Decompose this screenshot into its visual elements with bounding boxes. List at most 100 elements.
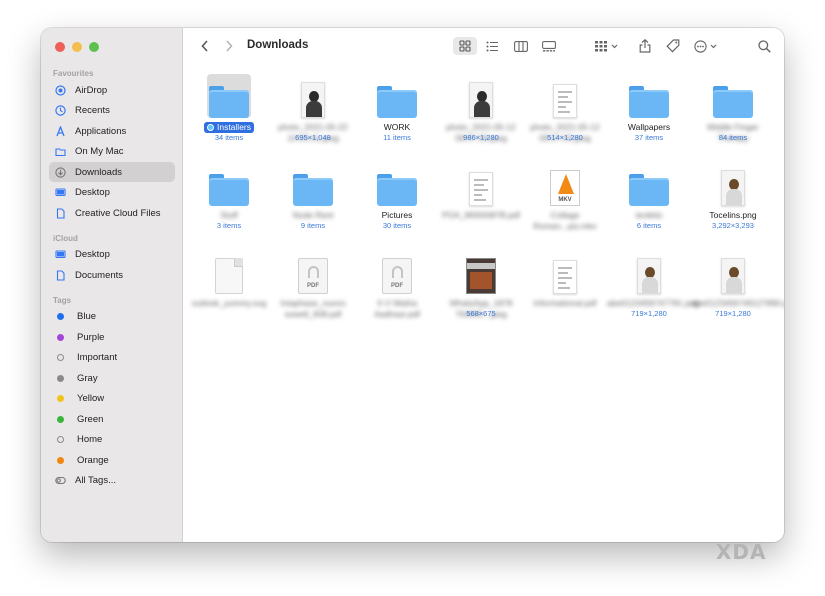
folder-item[interactable]: Wallpapers 37 items <box>607 66 691 154</box>
folder-item[interactable]: Middle Finger Therapy 84 items <box>691 66 775 154</box>
file-name: Stuff <box>220 210 238 220</box>
forward-button[interactable] <box>222 37 236 55</box>
group-by-button[interactable] <box>594 37 622 55</box>
sidebar-item-yellow[interactable]: Yellow <box>49 389 175 409</box>
file-meta: 37 items <box>634 133 664 142</box>
file-item[interactable]: WhatsApp_1878 764865...jpeg 568×675 <box>439 242 523 330</box>
tag-button[interactable] <box>664 37 682 55</box>
sidebar-item-desktop[interactable]: Desktop <box>49 245 175 265</box>
search-button[interactable] <box>756 37 772 55</box>
file-item[interactable]: Tocelins.png 3,292×3,293 <box>691 154 775 242</box>
list-icon <box>486 41 498 51</box>
file-name: Pictures <box>381 210 413 220</box>
tag-dot-icon <box>57 415 64 423</box>
folder-item[interactable]: Node Rent 9 items <box>271 154 355 242</box>
sidebar-item-important[interactable]: Important <box>49 348 175 368</box>
image-thumbnail-icon <box>301 82 325 118</box>
sidebar-item-recents[interactable]: Recents <box>49 101 175 121</box>
sidebar-item-gray[interactable]: Gray <box>49 368 175 388</box>
sidebar-item-airdrop[interactable]: AirDrop <box>49 80 175 100</box>
file-thumbnail <box>711 162 755 206</box>
document-icon <box>55 269 66 281</box>
more-icon <box>694 39 717 53</box>
xda-watermark: XDA <box>716 540 767 564</box>
sidebar-item-label: Green <box>77 413 104 425</box>
file-meta: 719×1,280 <box>715 309 751 318</box>
sidebar-item-purple[interactable]: Purple <box>49 327 175 347</box>
file-item[interactable]: PDF Intaphase_nuovo sowell_608.pdf <box>271 242 355 330</box>
folder-icon <box>377 174 417 206</box>
sidebar-item-creative-cloud-files[interactable]: Creative Cloud Files <box>49 203 175 223</box>
folder-item[interactable]: textkits 6 items <box>607 154 691 242</box>
file-thumbnail <box>291 162 335 206</box>
file-name: Collage Roman...pis.mkv <box>533 210 597 231</box>
file-item[interactable]: photo_2021-05-12 08:57:09.jpeg 986×1,280 <box>439 66 523 154</box>
sidebar-item-label: Desktop <box>75 249 110 260</box>
pdf-file-icon: PDF <box>298 258 328 294</box>
file-thumbnail: MKV <box>543 162 587 206</box>
sidebar-item-documents[interactable]: Documents <box>49 265 175 285</box>
file-meta: 568×675 <box>466 309 496 318</box>
file-item[interactable]: abe0123456749127890.png719×1,280 <box>691 242 784 330</box>
sidebar-item-label: Yellow <box>77 393 105 404</box>
zoom-button[interactable] <box>89 42 99 52</box>
sidebar-item-orange[interactable]: Orange <box>49 450 175 470</box>
folder-item[interactable]: WORK 11 items <box>355 66 439 154</box>
sidebar-item-on-my-mac[interactable]: On My Mac <box>49 142 175 162</box>
file-item[interactable]: Informational.pdf <box>523 242 607 330</box>
file-thumbnail <box>627 74 671 118</box>
file-thumbnail <box>375 74 419 118</box>
close-button[interactable] <box>55 42 65 52</box>
back-button[interactable] <box>198 37 212 55</box>
gallery-view-button[interactable] <box>538 37 560 55</box>
image-thumbnail-icon <box>469 82 493 118</box>
tag-dot-icon <box>206 124 214 131</box>
file-item[interactable]: outlook_yummy.svg <box>187 242 271 330</box>
sidebar-item-label: Desktop <box>75 187 110 198</box>
columns-icon <box>514 40 528 52</box>
file-name: textkits <box>635 210 663 220</box>
file-item[interactable]: abe0123456747781.png 719×1,280 <box>607 242 700 330</box>
icon-view-button[interactable] <box>453 37 477 55</box>
search-icon <box>757 39 771 53</box>
folder-item[interactable]: Installers 34 items <box>187 66 271 154</box>
file-item[interactable]: POA_M000087B.pdf <box>439 154 523 242</box>
sidebar-item-home[interactable]: Home <box>49 430 175 450</box>
file-item[interactable]: PDF X-V Matha Aadhaar.pdf <box>355 242 439 330</box>
sidebar-item-label: Recents <box>75 105 110 116</box>
list-view-button[interactable] <box>481 37 503 55</box>
file-meta: 3,292×3,293 <box>712 221 754 230</box>
folder-item[interactable]: Pictures 30 items <box>355 154 439 242</box>
file-meta: 84 items <box>718 133 748 142</box>
column-view-button[interactable] <box>510 37 532 55</box>
sidebar-item-label: Applications <box>75 125 127 137</box>
file-item[interactable]: photo_2021-05-22 10:03:41.jpeg 695×1,048 <box>271 66 355 154</box>
file-name: abe0123456747781.png <box>607 298 700 308</box>
sidebar-item-applications[interactable]: Applications <box>49 121 175 141</box>
file-thumbnail <box>627 162 671 206</box>
file-name: Wallpapers <box>627 122 671 132</box>
sidebar-item-label: Orange <box>77 454 109 466</box>
file-thumbnail <box>459 74 503 118</box>
window-controls <box>55 42 99 52</box>
sidebar-item-blue[interactable]: Blue <box>49 307 175 327</box>
share-button[interactable] <box>637 37 653 55</box>
file-meta: 11 items <box>383 133 411 142</box>
sidebar-item-desktop[interactable]: Desktop <box>49 183 175 203</box>
sidebar-item-label: Gray <box>77 372 98 384</box>
grid-icon <box>459 40 471 52</box>
action-menu-button[interactable] <box>693 37 721 55</box>
minimize-button[interactable] <box>72 42 82 52</box>
tag-dot-icon <box>57 374 64 382</box>
file-item[interactable]: photo_2021-05-12 08:57:03.jpeg 514×1,280 <box>523 66 607 154</box>
chevron-left-icon <box>201 40 208 52</box>
folder-icon <box>293 174 333 206</box>
folder-icon <box>209 86 249 118</box>
folder-icon <box>713 86 753 118</box>
folder-item[interactable]: Stuff 3 items <box>187 154 271 242</box>
file-item[interactable]: MKV Collage Roman...pis.mkv <box>523 154 607 242</box>
sidebar-item-downloads[interactable]: Downloads <box>49 162 175 182</box>
sidebar-item-green[interactable]: Green <box>49 409 175 429</box>
sidebar-item-all-tags[interactable]: All Tags... <box>49 471 175 491</box>
file-thumbnail <box>543 74 587 118</box>
